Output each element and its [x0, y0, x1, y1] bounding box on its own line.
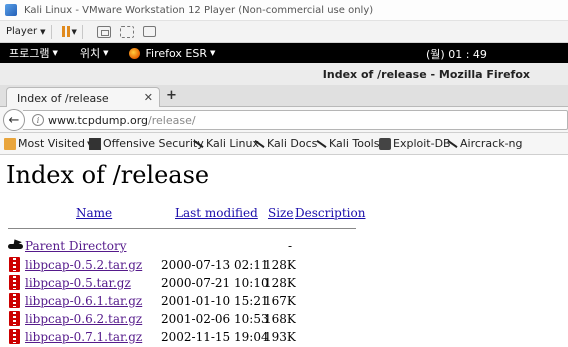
exploit-db-icon: [379, 137, 391, 150]
file-size: 128K: [264, 258, 296, 272]
network-icon[interactable]: [96, 25, 111, 38]
column-header-name[interactable]: Name: [76, 206, 112, 220]
file-link[interactable]: libpcap-0.6.1.tar.gz: [25, 294, 142, 308]
fullscreen-icon[interactable]: [119, 25, 134, 38]
new-tab-icon[interactable]: +: [166, 88, 177, 103]
back-button[interactable]: ←: [3, 109, 25, 131]
table-row: libpcap-0.5.2.tar.gz 2000-07-13 02:11 12…: [8, 256, 368, 274]
url-path: /release/: [148, 114, 196, 127]
toolbar-divider: [81, 24, 83, 39]
page-title: Index of /release: [6, 161, 210, 189]
url-host: www.tcpdump.org: [48, 114, 149, 127]
file-size: -: [288, 239, 293, 253]
firefox-icon: [128, 47, 140, 59]
navigation-bar: i www.tcpdump.org/release/ ←: [0, 107, 568, 133]
bookmark-label: Offensive Security: [103, 137, 204, 150]
bookmark-aircrack-ng[interactable]: Aircrack-ng: [446, 137, 523, 150]
vmware-toolbar: Player ▼ ▼: [0, 21, 568, 43]
applications-label: 프로그램: [9, 47, 50, 60]
offsec-icon: [89, 137, 101, 150]
file-size: 168K: [264, 312, 296, 326]
kali-dragon-icon: [253, 138, 265, 150]
pause-icon[interactable]: [61, 26, 70, 37]
file-modified: 2002-11-15 19:04: [161, 330, 269, 344]
file-link[interactable]: libpcap-0.7.1.tar.gz: [25, 330, 142, 344]
tab-label: Index of /release: [17, 91, 109, 105]
places-label: 위치: [79, 47, 101, 60]
table-row: libpcap-0.5.tar.gz 2000-07-21 10:10 128K: [8, 274, 368, 292]
bookmark-label: Aircrack-ng: [460, 137, 523, 150]
file-link[interactable]: libpcap-0.5.2.tar.gz: [25, 258, 142, 272]
table-row: libpcap-0.7.1.tar.gz 2002-11-15 19:04 19…: [8, 328, 368, 346]
bookmark-label: Kali Linux: [206, 137, 260, 150]
bookmark-label: Exploit-DB: [393, 137, 451, 150]
kali-dragon-icon: [192, 138, 204, 150]
column-header-size[interactable]: Size: [268, 206, 293, 220]
folder-icon: [4, 137, 16, 150]
bookmark-label: Kali Docs: [267, 137, 318, 150]
aircrack-icon: [446, 138, 458, 150]
vmware-window-title: Kali Linux - VMware Workstation 12 Playe…: [24, 4, 374, 16]
bookmarks-toolbar: Most Visited ▼ Offensive Security Kali L…: [0, 133, 568, 155]
close-icon[interactable]: ✕: [144, 91, 153, 104]
toolbar-divider: [50, 24, 52, 39]
table-row: libpcap-0.6.1.tar.gz 2001-01-10 15:21 16…: [8, 292, 368, 310]
file-modified: 2001-01-10 15:21: [161, 294, 269, 308]
active-app-menu[interactable]: Firefox ESR ▼: [128, 46, 216, 60]
bookmark-label: Most Visited: [18, 137, 85, 150]
chevron-down-icon: ▼: [40, 27, 46, 36]
file-size: 128K: [264, 276, 296, 290]
pause-dropdown-icon[interactable]: ▼: [72, 28, 77, 36]
bookmark-kali-tools[interactable]: Kali Tools: [315, 137, 379, 150]
clock[interactable]: (월) 01 : 49: [426, 46, 487, 62]
column-header-last-modified[interactable]: Last modified: [175, 206, 258, 220]
file-link[interactable]: libpcap-0.6.2.tar.gz: [25, 312, 142, 326]
applications-menu[interactable]: 프로그램 ▼: [9, 45, 58, 61]
bookmark-exploit-db[interactable]: Exploit-DB: [379, 137, 451, 150]
chevron-down-icon: ▼: [210, 49, 216, 57]
tab-strip: Index of /release ✕ +: [0, 85, 568, 108]
table-row: libpcap-0.6.2.tar.gz 2001-02-06 10:53 16…: [8, 310, 368, 328]
file-size: 193K: [264, 330, 296, 344]
file-size: 167K: [264, 294, 296, 308]
file-modified: 2000-07-13 02:11: [161, 258, 269, 272]
vmware-logo-icon: [5, 4, 17, 16]
bookmark-kali-docs[interactable]: Kali Docs: [253, 137, 317, 150]
chevron-down-icon: ▼: [52, 49, 58, 57]
player-menu-button[interactable]: Player ▼: [6, 26, 46, 37]
kali-dragon-icon: [315, 138, 327, 150]
unity-icon[interactable]: [142, 26, 156, 37]
info-icon[interactable]: i: [32, 114, 44, 126]
arrow-left-icon: ←: [8, 112, 20, 128]
firefox-window-title: Index of /release - Mozilla Firefox: [322, 67, 530, 81]
vmware-title-bar: Kali Linux - VMware Workstation 12 Playe…: [0, 0, 568, 21]
bookmark-most-visited[interactable]: Most Visited ▼: [4, 137, 92, 150]
kali-top-panel: 프로그램 ▼ 위치 ▼ Firefox ESR ▼ (월) 01 : 49: [0, 43, 568, 63]
parent-directory-link[interactable]: Parent Directory: [25, 239, 126, 253]
tab-index-of-release[interactable]: Index of /release ✕: [6, 87, 160, 108]
url-bar[interactable]: i www.tcpdump.org/release/: [23, 110, 568, 130]
page-content: Index of /release Name Last modified Siz…: [0, 155, 568, 347]
bookmark-offensive-security[interactable]: Offensive Security: [89, 137, 204, 150]
file-modified: 2000-07-21 10:10: [161, 276, 269, 290]
column-header-description[interactable]: Description: [295, 206, 365, 220]
file-modified: 2001-02-06 10:53: [161, 312, 269, 326]
firefox-title-bar: Index of /release - Mozilla Firefox: [0, 63, 568, 85]
active-app-label: Firefox ESR: [145, 46, 207, 60]
header-divider: [8, 228, 356, 229]
url-text: www.tcpdump.org/release/: [48, 114, 196, 127]
file-link[interactable]: libpcap-0.5.tar.gz: [25, 276, 131, 290]
places-menu[interactable]: 위치 ▼: [80, 45, 109, 61]
table-row-parent: Parent Directory -: [8, 237, 368, 255]
player-menu-label: Player: [6, 26, 38, 37]
bookmark-label: Kali Tools: [329, 137, 380, 150]
bookmark-kali-linux[interactable]: Kali Linux: [192, 137, 259, 150]
chevron-down-icon: ▼: [103, 49, 109, 57]
